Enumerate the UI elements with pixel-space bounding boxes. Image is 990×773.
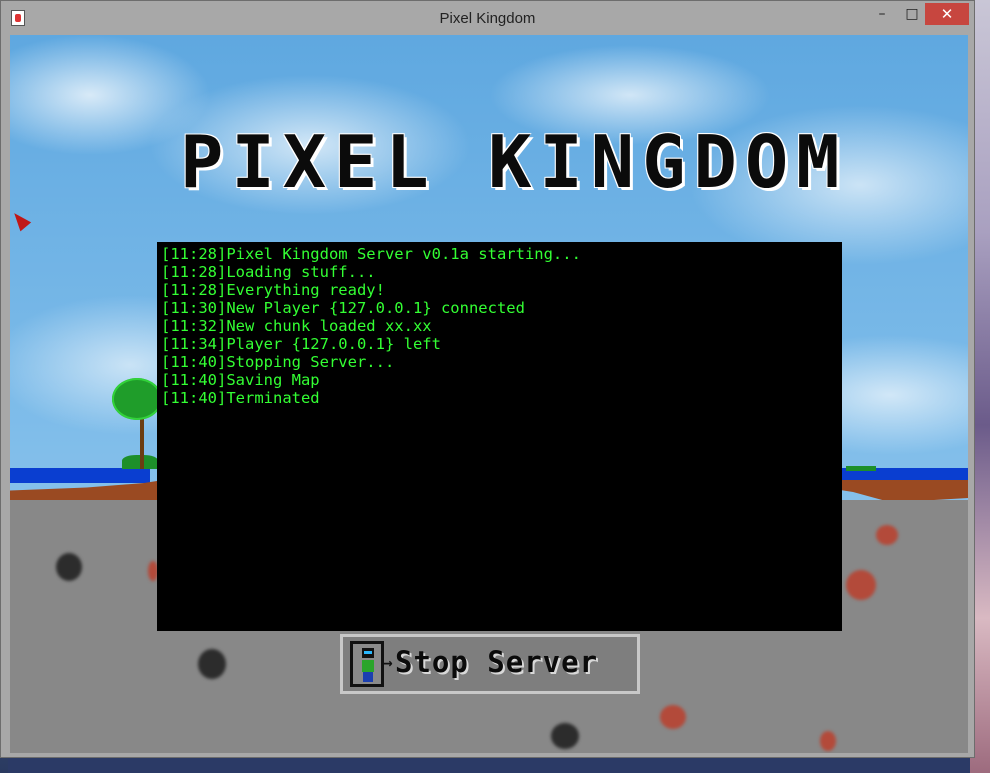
console-line: [11:28]Pixel Kingdom Server v0.1a starti…	[161, 245, 581, 263]
iron-ore	[820, 731, 836, 751]
coal-ore	[198, 649, 226, 679]
console-line: [11:40]Terminated	[161, 389, 320, 407]
server-console: [11:28]Pixel Kingdom Server v0.1a starti…	[157, 242, 842, 631]
iron-ore	[846, 570, 876, 600]
title-bar[interactable]: Pixel Kingdom – □ ✕	[1, 1, 974, 35]
minimize-icon: –	[878, 6, 886, 22]
console-line: [11:32]New chunk loaded xx.xx	[161, 317, 432, 335]
water-left	[10, 468, 150, 483]
tree-trunk	[140, 417, 144, 469]
stop-server-button[interactable]: → Stop Server	[340, 634, 640, 694]
app-window: Pixel Kingdom – □ ✕ PIXEL KINGDOM [11:28…	[0, 0, 975, 758]
grass-patch	[846, 466, 876, 471]
game-title: PIXEL KINGDOM	[180, 120, 848, 204]
minimize-button[interactable]: –	[867, 3, 897, 25]
close-button[interactable]: ✕	[925, 3, 969, 25]
console-line: [11:28]Everything ready!	[161, 281, 385, 299]
console-line: [11:34]Player {127.0.0.1} left	[161, 335, 441, 353]
exit-arrow-icon: →	[383, 653, 393, 672]
stop-server-label: Stop Server	[395, 645, 599, 679]
console-line: [11:28]Loading stuff...	[161, 263, 376, 281]
window-title: Pixel Kingdom	[439, 10, 536, 27]
console-line: [11:40]Stopping Server...	[161, 353, 395, 371]
tree-canopy	[112, 378, 162, 420]
iron-ore	[660, 705, 686, 729]
iron-ore	[876, 525, 898, 545]
game-canvas[interactable]: PIXEL KINGDOM [11:28]Pixel Kingdom Serve…	[10, 35, 968, 753]
console-line: [11:30]New Player {127.0.0.1} connected	[161, 299, 525, 317]
maximize-button[interactable]: □	[899, 3, 925, 25]
console-line: [11:40]Saving Map	[161, 371, 320, 389]
maximize-icon: □	[905, 6, 919, 22]
close-icon: ✕	[940, 5, 954, 23]
coal-ore	[56, 553, 82, 581]
coal-ore	[551, 723, 579, 749]
player-exit-icon	[350, 641, 384, 687]
